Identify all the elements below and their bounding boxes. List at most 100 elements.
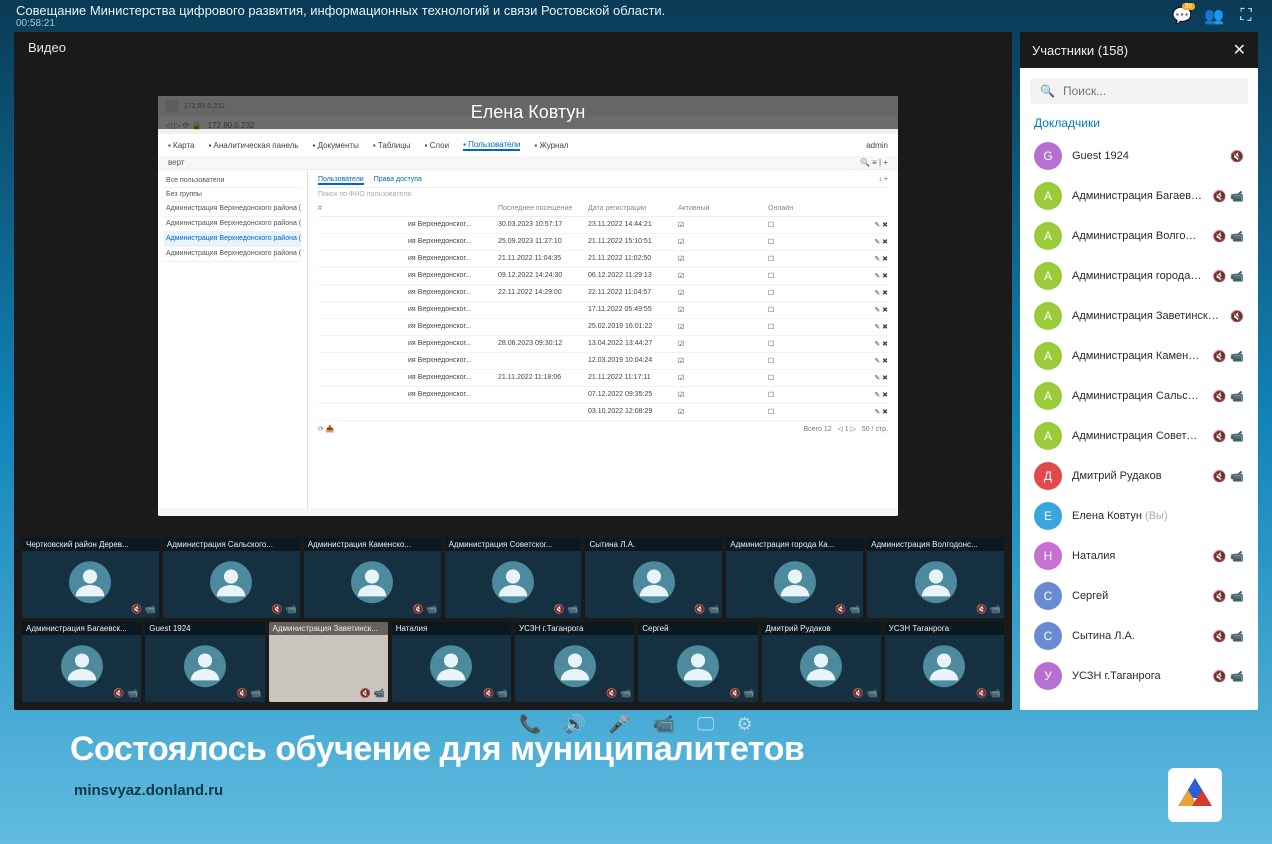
participant-name: Администрация Сальског... — [1072, 390, 1203, 402]
tile-name: Наталия — [392, 622, 511, 635]
video-tile[interactable]: Администрация Каменско...🔇 📹 — [304, 538, 441, 618]
mic-muted-icon: 🔇 — [1230, 150, 1244, 163]
participant-name: Сергей — [1072, 590, 1203, 602]
tile-name: Сергей — [638, 622, 757, 635]
avatar: А — [1034, 342, 1062, 370]
video-tile[interactable]: Guest 1924🔇 📹 — [145, 622, 264, 702]
tile-name: Администрация Волгодонс... — [867, 538, 1004, 551]
avatar: Е — [1034, 502, 1062, 530]
participant-name: Администрация Багаевск... — [1072, 190, 1203, 202]
video-tile[interactable]: УСЗН Таганрога🔇 📹 — [885, 622, 1004, 702]
avatar: А — [1034, 382, 1062, 410]
cam-off-icon: 📹 — [1230, 270, 1244, 283]
footer-logo — [1168, 768, 1222, 822]
video-tile[interactable]: Администрация Советског...🔇 📹 — [445, 538, 582, 618]
cam-off-icon: 📹 — [1230, 430, 1244, 443]
participant-name: Дмитрий Рудаков — [1072, 470, 1203, 482]
presenter-name: Елена Ковтун — [158, 96, 898, 129]
participants-icon[interactable]: 👥 — [1204, 6, 1224, 26]
avatar: Н — [1034, 542, 1062, 570]
fullscreen-icon[interactable]: ⛶ — [1236, 6, 1256, 26]
participant-name: Администрация города Ка... — [1072, 270, 1203, 282]
search-box[interactable]: 🔍 — [1030, 78, 1248, 104]
avatar: С — [1034, 622, 1062, 650]
participant-item[interactable]: ААдминистрация Волгодон...🔇📹 — [1020, 216, 1258, 256]
participant-name: Сытина Л.А. — [1072, 630, 1203, 642]
participant-item[interactable]: ААдминистрация города Ка...🔇📹 — [1020, 256, 1258, 296]
mic-muted-icon: 🔇 — [1213, 590, 1227, 603]
shared-browser: 172.80.0.232 ◁ ▷ ⟳ 🔒172.80.0.232 ▪ Карта… — [158, 96, 898, 516]
meeting-title: Совещание Министерства цифрового развити… — [16, 3, 665, 18]
tile-name: Администрация Сальского... — [163, 538, 300, 551]
participant-item[interactable]: А Администрация Багаевск... 🔇📹 — [1020, 176, 1258, 216]
cam-off-icon: 📹 — [1230, 190, 1244, 203]
footer-headline: Состоялось обучение для муниципалитетов — [70, 730, 1202, 769]
participant-item[interactable]: ААдминистрация Советского р...🔇📹 — [1020, 416, 1258, 456]
cam-off-icon: 📹 — [1230, 550, 1244, 563]
mic-muted-icon: 🔇 — [1213, 350, 1227, 363]
participant-item[interactable]: ССытина Л.А.🔇📹 — [1020, 616, 1258, 656]
participant-item[interactable]: ААдминистрация Сальског...🔇📹 — [1020, 376, 1258, 416]
mic-muted-icon: 🔇 — [1230, 310, 1244, 323]
participants-title: Участники (158) — [1032, 43, 1128, 58]
participant-item[interactable]: ДДмитрий Рудаков🔇📹 — [1020, 456, 1258, 496]
video-tile[interactable]: Администрация Багаевск...🔇 📹 — [22, 622, 141, 702]
avatar: А — [1034, 182, 1062, 210]
video-tile[interactable]: Дмитрий Рудаков🔇 📹 — [762, 622, 881, 702]
tile-name: Сытина Л.А. — [585, 538, 722, 551]
top-bar: Совещание Министерства цифрового развити… — [0, 0, 1272, 32]
mic-muted-icon: 🔇 — [1213, 190, 1227, 203]
search-input[interactable] — [1063, 84, 1238, 98]
chat-icon[interactable]: 💬3x — [1172, 6, 1192, 26]
participant-name: Елена Ковтун (Вы) — [1072, 510, 1234, 522]
participant-name: Администрация Волгодон... — [1072, 230, 1203, 242]
tile-name: УСЗН г.Таганрога — [515, 622, 634, 635]
footer-banner: Состоялось обучение для муниципалитетов — [0, 720, 1272, 769]
mic-muted-icon: 🔇 — [1213, 230, 1227, 243]
participant-name: Guest 1924 — [1072, 150, 1220, 162]
cam-off-icon: 📹 — [1230, 350, 1244, 363]
participant-item[interactable]: Н Наталия 🔇📹 — [1020, 536, 1258, 576]
participants-panel: Участники (158) ✕ 🔍 Докладчики G Guest 19… — [1020, 32, 1258, 710]
avatar: У — [1034, 662, 1062, 690]
participant-name: Наталия — [1072, 550, 1203, 562]
mic-muted-icon: 🔇 — [1213, 430, 1227, 443]
tile-name: Администрация Заветинск... — [269, 622, 388, 635]
participant-item[interactable]: G Guest 1924 🔇 — [1020, 136, 1258, 176]
video-tile[interactable]: Администрация Волгодонс...🔇 📹 — [867, 538, 1004, 618]
video-tile[interactable]: Сытина Л.А.🔇 📹 — [585, 538, 722, 618]
tile-name: Администрация Каменско... — [304, 538, 441, 551]
mic-muted-icon: 🔇 — [1213, 270, 1227, 283]
video-tile[interactable]: Администрация Сальского...🔇 📹 — [163, 538, 300, 618]
close-icon[interactable]: ✕ — [1233, 40, 1246, 60]
tile-name: Guest 1924 — [145, 622, 264, 635]
video-area: Видео Елена Ковтун 172.80.0.232 ◁ ▷ ⟳ 🔒1… — [14, 32, 1012, 710]
video-tile[interactable]: Наталия🔇 📹 — [392, 622, 511, 702]
tile-name: Дмитрий Рудаков — [762, 622, 881, 635]
video-tile[interactable]: УСЗН г.Таганрога🔇 📹 — [515, 622, 634, 702]
cam-off-icon: 📹 — [1230, 590, 1244, 603]
participant-item[interactable]: Е Елена Ковтун (Вы) — [1020, 496, 1258, 536]
participant-item[interactable]: УУСЗН г.Таганрога🔇📹 — [1020, 656, 1258, 696]
avatar: С — [1034, 582, 1062, 610]
avatar: Д — [1034, 462, 1062, 490]
avatar: А — [1034, 422, 1062, 450]
video-tile[interactable]: Сергей🔇 📹 — [638, 622, 757, 702]
video-tile[interactable]: Администрация города Ка...🔇 📹 — [726, 538, 863, 618]
mic-muted-icon: 🔇 — [1213, 550, 1227, 563]
cam-off-icon: 📹 — [1230, 630, 1244, 643]
tile-name: Чертковский район Дерев... — [22, 538, 159, 551]
video-tile[interactable]: Администрация Заветинск...🔇 📹 — [269, 622, 388, 702]
participant-item[interactable]: С Сергей 🔇📹 — [1020, 576, 1258, 616]
cam-off-icon: 📹 — [1230, 390, 1244, 403]
search-icon: 🔍 — [1040, 84, 1055, 98]
participant-item[interactable]: ААдминистрация Заветинского...🔇 — [1020, 296, 1258, 336]
video-tile[interactable]: Чертковский район Дерев...🔇 📹 — [22, 538, 159, 618]
video-label: Видео — [14, 32, 1012, 63]
avatar: А — [1034, 302, 1062, 330]
section-speakers: Докладчики — [1020, 114, 1258, 136]
avatar: G — [1034, 142, 1062, 170]
cam-off-icon: 📹 — [1230, 670, 1244, 683]
participant-item[interactable]: А Администрация Каменско... 🔇📹 — [1020, 336, 1258, 376]
participant-name: Администрация Каменско... — [1072, 350, 1203, 362]
